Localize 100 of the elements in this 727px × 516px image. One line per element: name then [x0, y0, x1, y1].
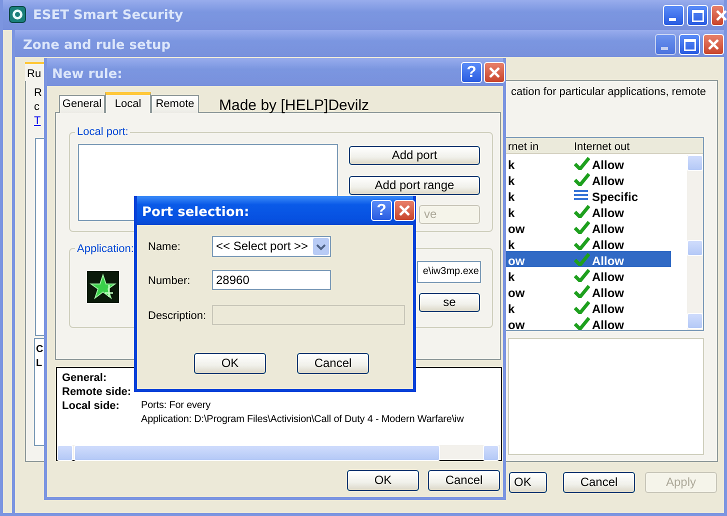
table-row[interactable]: k Specific — [504, 187, 671, 203]
dialog-button[interactable]: OK — [347, 470, 419, 491]
dialog-button[interactable]: Cancel — [428, 470, 500, 491]
table-cell-text: Allow — [592, 221, 624, 238]
window-title: ESET Smart Security — [33, 7, 184, 25]
tab[interactable]: Remote — [151, 95, 199, 113]
browse-button[interactable]: se — [419, 293, 480, 312]
table-cell-text: Allow — [592, 237, 624, 254]
table-row[interactable]: k Allow — [504, 203, 671, 219]
close-button[interactable] — [484, 62, 505, 83]
table-cell-text: ow — [508, 285, 525, 302]
table-cell-text: ow — [508, 221, 525, 238]
x-icon — [708, 39, 719, 50]
port-button[interactable]: Add port range — [349, 176, 480, 195]
check-icon — [574, 173, 590, 186]
table-cell-text: k — [508, 237, 515, 254]
column-header: Internet out — [574, 140, 630, 155]
x-icon — [489, 67, 500, 78]
check-icon — [574, 317, 590, 330]
scroll-down-button[interactable] — [687, 313, 703, 329]
app-logo-icon — [9, 6, 26, 23]
table-cell-text: k — [508, 173, 515, 190]
port-dropdown[interactable]: << Select port >> — [212, 236, 331, 257]
table-cell-text: Allow — [592, 205, 624, 222]
port-button[interactable]: Add port — [349, 146, 480, 165]
group-label: Application: — [75, 241, 136, 258]
credit-text: Made by [HELP]Devilz — [219, 96, 370, 116]
check-icon — [574, 237, 590, 250]
table-cell-text: Allow — [592, 301, 624, 318]
field-label: Number: — [148, 274, 190, 289]
maximize-button[interactable] — [679, 34, 700, 55]
close-button[interactable] — [711, 5, 724, 26]
scroll-left-button[interactable] — [57, 445, 73, 461]
field-label: Name: — [148, 240, 180, 255]
list-text: C — [36, 343, 44, 357]
table-cell-text: k — [508, 189, 515, 206]
table-row[interactable]: ow Allow — [504, 219, 671, 235]
table-cell-text: Specific — [592, 189, 638, 206]
check-icon — [574, 253, 590, 266]
table-cell-text: k — [508, 269, 515, 286]
list-icon — [574, 189, 588, 201]
dialog-button[interactable]: Cancel — [297, 353, 369, 374]
table-row[interactable]: k Allow — [504, 235, 671, 251]
dialog-title: New rule: — [52, 66, 122, 84]
table-cell-text: Allow — [592, 157, 624, 174]
maximize-button[interactable] — [687, 5, 708, 26]
group-label: Local port: — [75, 124, 130, 140]
summary-label: General: — [62, 371, 107, 386]
table-cell-text: Allow — [592, 253, 624, 270]
help-button[interactable]: ? — [461, 62, 482, 83]
help-button[interactable]: ? — [371, 200, 392, 221]
tab[interactable]: General — [59, 95, 105, 113]
close-button[interactable] — [703, 34, 724, 55]
table-cell-text: k — [508, 205, 515, 222]
dialog-button[interactable]: OK — [509, 472, 547, 493]
table-row[interactable]: k Allow — [504, 171, 671, 187]
tab[interactable]: Local — [105, 92, 151, 113]
summary-text: Application: D:\Program Files\Activision\Call of Duty 4 - Modern Warfare\iw — [141, 413, 464, 427]
vertical-scrollbar[interactable] — [687, 155, 703, 330]
scroll-thumb[interactable] — [74, 445, 440, 461]
scroll-thumb[interactable] — [687, 240, 703, 256]
table-row[interactable]: k Allow — [504, 267, 671, 283]
tab[interactable]: Ru — [25, 62, 44, 81]
window-icon — [692, 10, 704, 22]
table-cell-text: Allow — [592, 285, 624, 302]
minimize-icon — [661, 47, 668, 50]
minimize-icon — [669, 18, 676, 21]
check-icon — [574, 285, 590, 298]
input-field[interactable]: 28960 — [212, 270, 331, 290]
summary-text: Ports: For every — [141, 399, 211, 413]
table-cell-text: Allow — [592, 173, 624, 190]
table-row[interactable]: ow Allow — [504, 283, 671, 299]
table-row[interactable]: ow Allow — [504, 315, 671, 331]
scroll-right-button[interactable] — [483, 445, 499, 461]
table-row[interactable]: k Allow — [504, 155, 671, 171]
description-text: cation for particular applications, remote — [511, 85, 706, 100]
horizontal-scrollbar[interactable] — [57, 445, 501, 460]
close-button[interactable] — [394, 200, 415, 221]
table-row[interactable]: k Allow — [504, 299, 671, 315]
dialog-button[interactable]: OK — [194, 353, 266, 374]
table-row[interactable]: ow Allow — [504, 251, 671, 267]
minimize-button[interactable] — [655, 34, 676, 55]
x-icon — [716, 10, 727, 21]
summary-label: Remote side: — [62, 385, 132, 400]
check-icon — [574, 301, 590, 314]
table-cell-text: Allow — [592, 269, 624, 286]
dialog-title: Port selection: — [142, 204, 250, 222]
check-icon — [574, 205, 590, 218]
list-text: L — [36, 357, 42, 371]
link[interactable]: T — [34, 113, 41, 130]
table-cell-text: ow — [508, 253, 525, 270]
minimize-button[interactable] — [663, 5, 684, 26]
dialog-button[interactable]: Cancel — [563, 472, 635, 493]
check-icon — [574, 269, 590, 282]
path-field[interactable]: e\iw3mp.exe — [417, 261, 481, 283]
summary-label: Local side: — [62, 399, 120, 414]
description-text: R — [34, 86, 42, 101]
window-icon — [684, 39, 696, 51]
scroll-up-button[interactable] — [687, 155, 703, 171]
table-cell-text: k — [508, 157, 515, 174]
